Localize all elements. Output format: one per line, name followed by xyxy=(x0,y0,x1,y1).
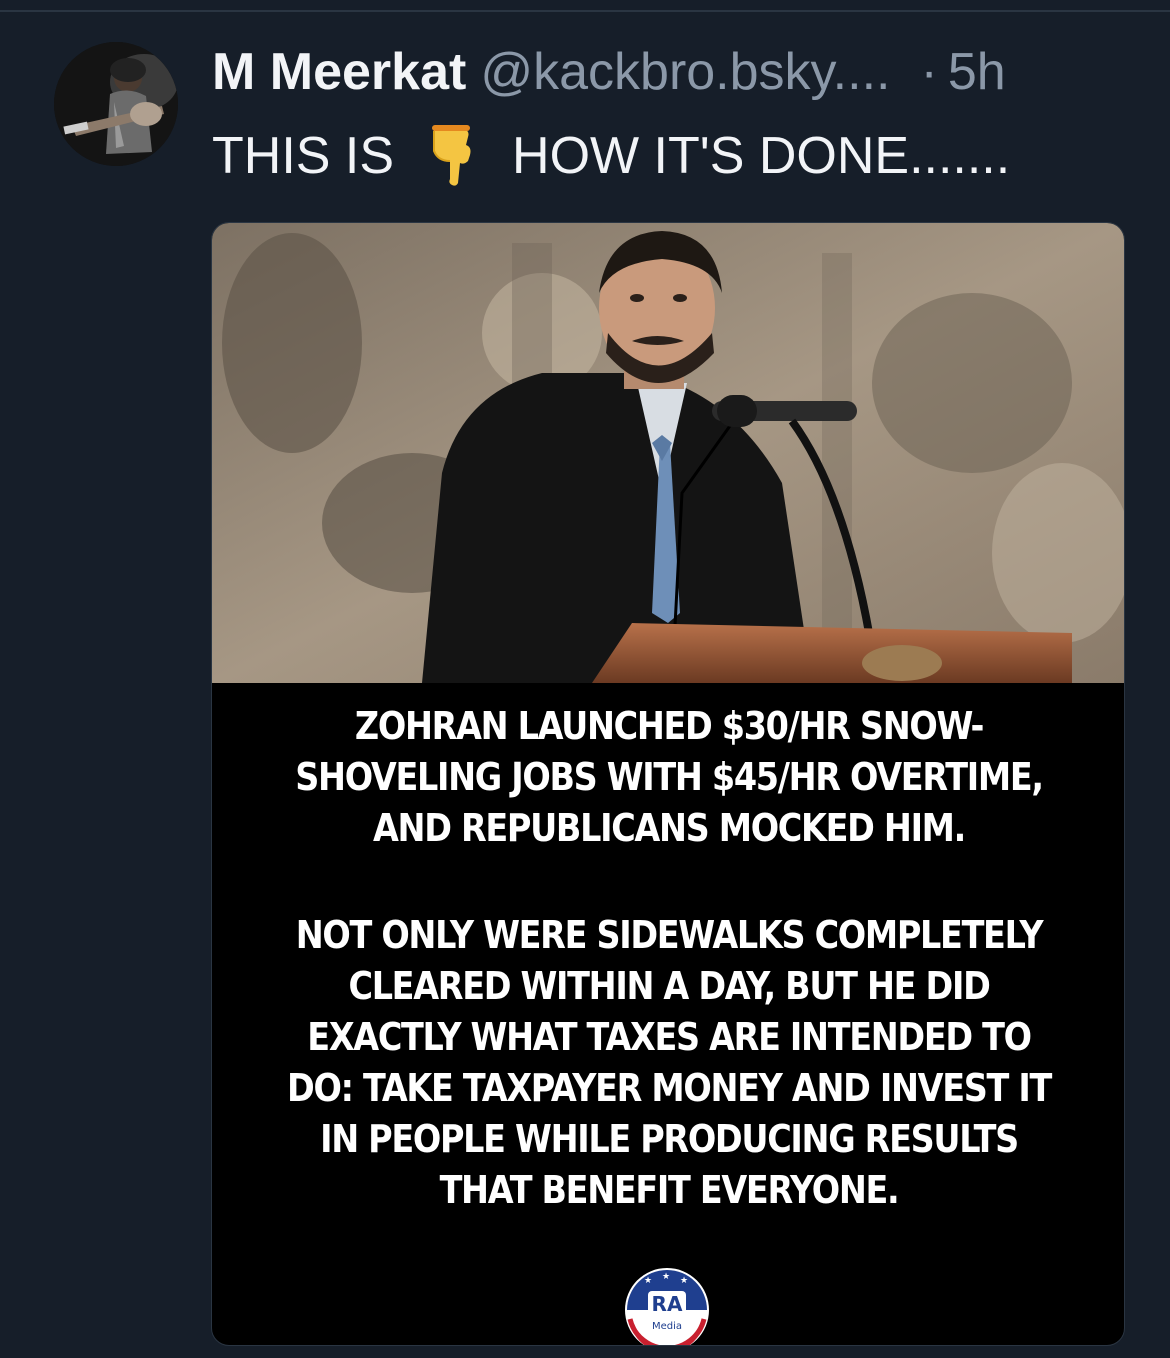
post-header: M Meerkat @kackbro.bsky.... · 5h xyxy=(212,40,1006,104)
caption-line: DO: TAKE TAXPAYER MONEY AND INVEST IT xyxy=(287,1066,1052,1110)
caption-line: CLEARED WITHIN A DAY, BUT HE DID xyxy=(348,964,990,1008)
caption-line: THAT BENEFIT EVERYONE. xyxy=(439,1168,900,1212)
svg-text:Media: Media xyxy=(652,1321,682,1332)
ra-media-logo: ★ ★ ★ RA Media xyxy=(625,1268,709,1345)
caption-line: ZOHRAN LAUNCHED $30/HR SNOW- xyxy=(354,704,985,748)
svg-text:★: ★ xyxy=(662,1272,670,1282)
avatar-image xyxy=(54,42,178,166)
svg-text:★: ★ xyxy=(680,1276,688,1286)
caption-gap xyxy=(212,854,1124,910)
backhand-index-pointing-down-icon xyxy=(424,125,482,187)
man-at-podium-photo xyxy=(212,223,1124,683)
author-handle[interactable]: @kackbro.bsky.... xyxy=(480,43,890,101)
caption-line: SHOVELING JOBS WITH $45/HR OVERTIME, xyxy=(295,755,1044,799)
separator-dot: · xyxy=(920,43,938,101)
caption-line: AND REPUBLICANS MOCKED HIM. xyxy=(372,806,966,850)
caption-line: EXACTLY WHAT TAXES ARE INTENDED TO xyxy=(307,1015,1032,1059)
post-text-before: THIS IS xyxy=(212,127,395,185)
post-text-after: HOW IT'S DONE....... xyxy=(512,127,1011,185)
author-display-name[interactable]: M Meerkat xyxy=(212,43,466,101)
image-caption: ZOHRAN LAUNCHED $30/HR SNOW- SHOVELING J… xyxy=(212,701,1124,1216)
post-timestamp[interactable]: 5h xyxy=(948,43,1006,101)
post[interactable]: M Meerkat @kackbro.bsky.... · 5h THIS IS HO… xyxy=(0,0,1170,1358)
caption-line: NOT ONLY WERE SIDEWALKS COMPLETELY xyxy=(295,913,1044,957)
author-avatar[interactable] xyxy=(54,42,178,166)
caption-line: IN PEOPLE WHILE PRODUCING RESULTS xyxy=(320,1117,1019,1161)
image-embed[interactable]: ZOHRAN LAUNCHED $30/HR SNOW- SHOVELING J… xyxy=(211,222,1125,1346)
svg-text:★: ★ xyxy=(644,1276,652,1286)
post-text: THIS IS HOW IT'S DONE....... xyxy=(212,124,1010,188)
divider xyxy=(0,10,1170,12)
svg-text:RA: RA xyxy=(652,1292,683,1316)
